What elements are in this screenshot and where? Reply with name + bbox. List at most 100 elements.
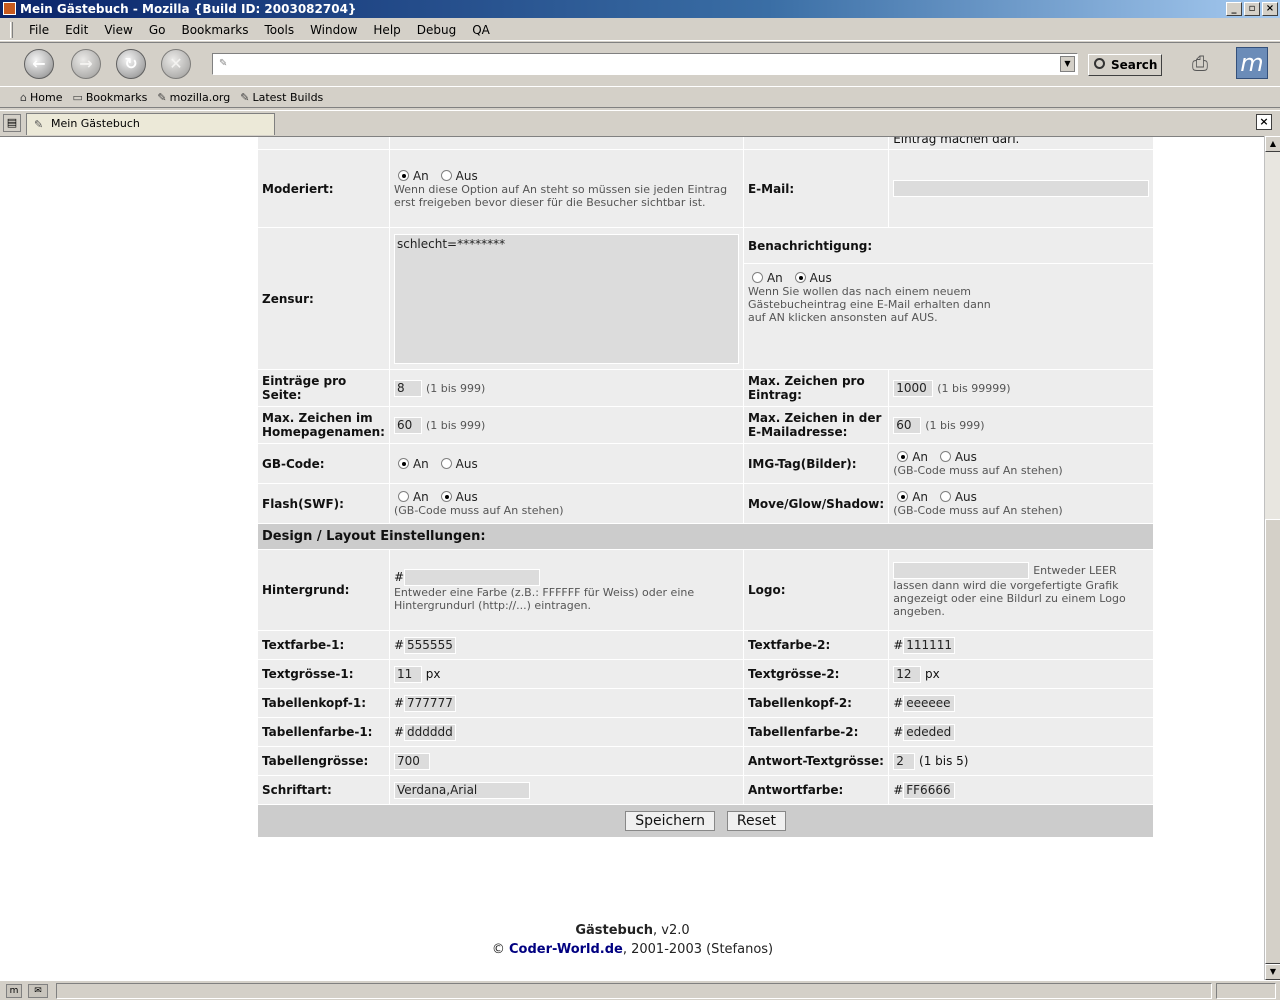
moveglow-aus-radio[interactable] [939,491,951,502]
back-button[interactable]: ← [24,49,54,79]
menu-qa[interactable]: QA [470,23,492,37]
menu-edit[interactable]: Edit [63,23,90,37]
menu-view[interactable]: View [102,23,134,37]
stop-button[interactable]: ✕ [161,49,191,79]
logo-description-a: Entweder LEER [1033,564,1117,577]
tabgroesse-input[interactable]: 700 [393,752,430,770]
textgroesse2-input[interactable]: 12 [893,665,922,683]
textfarbe2-label: Textfarbe-2: [742,630,890,660]
gbcode-aus-radio[interactable] [440,457,452,469]
bookmark-page-icon: ✎ [240,91,250,104]
scrollbar-thumb[interactable] [1265,519,1280,964]
bookmark-mozilla-org-label: mozilla.org [169,91,231,104]
moveglow-an-radio[interactable] [897,491,909,502]
reload-icon: ↻ [124,54,138,73]
gbcode-an-radio[interactable] [397,457,409,469]
navigation-toolbar: ← → ↻ ✕ ✎ ▼ Search ⎙ m [0,42,1280,87]
status-text-panel [56,983,1212,999]
table-cell [388,137,744,150]
new-tab-icon[interactable]: ▤ [3,114,21,132]
moderiert-an-radio[interactable] [397,169,409,181]
radio-label: An [412,168,429,183]
url-bar[interactable]: ✎ ▼ [212,53,1078,75]
close-tab-button[interactable]: × [1256,114,1272,130]
tabfarbe1-input[interactable]: dddddd [404,723,457,741]
menu-go[interactable]: Go [147,23,168,37]
tabgroesse-label: Tabellengrösse: [257,746,390,776]
menu-tools[interactable]: Tools [263,23,297,37]
textgroesse1-input[interactable]: 11 [393,665,422,683]
logo-input[interactable] [893,562,1030,579]
unit-px: px [425,666,441,681]
maxzeichen-home-input[interactable]: 60 [393,416,422,434]
antwortgroesse-label: Antwort-Textgrösse: [742,746,890,776]
maxzeichen-eintrag-input[interactable]: 1000 [893,379,934,397]
cut-off-text: Eintrag machen darf. [888,137,1155,150]
zensur-textarea[interactable]: schlecht=******** [393,233,739,364]
bookmark-latest-builds[interactable]: ✎ Latest Builds [240,91,323,104]
bookmark-bookmarks-label: Bookmarks [85,91,148,104]
menu-help[interactable]: Help [371,23,402,37]
bookmark-bookmarks[interactable]: ▭ Bookmarks [72,91,147,104]
hash-symbol: # [893,695,904,710]
menu-window[interactable]: Window [308,23,359,37]
imgtag-label: IMG-Tag(Bilder): [742,443,890,484]
minimize-button[interactable]: _ [1226,2,1242,16]
flash-an-radio[interactable] [397,491,409,502]
tab-mein-gaestebuch[interactable]: ✎ Mein Gästebuch [26,113,275,135]
scroll-up-button[interactable]: ▲ [1265,136,1280,152]
menu-bookmarks[interactable]: Bookmarks [179,23,250,37]
antwortgroesse-input[interactable]: 2 [893,752,916,770]
bookmark-home[interactable]: ⌂ Home [20,91,62,104]
vertical-scrollbar[interactable]: ▲ ▼ [1264,136,1280,980]
imgtag-aus-radio[interactable] [939,451,951,462]
flash-label: Flash(SWF): [257,483,390,524]
schriftart-input[interactable]: Verdana,Arial [393,781,530,799]
textfarbe1-input[interactable]: 555555 [404,636,457,654]
window-title: Mein Gästebuch - Mozilla {Build ID: 2003… [20,2,357,16]
benachrichtigung-an-radio[interactable] [751,272,763,283]
tabfarbe2-input[interactable]: ededed [903,723,956,741]
scroll-down-button[interactable]: ▼ [1265,964,1280,980]
hintergrund-input[interactable] [404,568,541,586]
close-window-button[interactable]: × [1262,2,1278,16]
moveglow-label: Move/Glow/Shadow: [742,483,890,524]
reset-button[interactable]: Reset [726,811,786,831]
maxzeichen-mail-hint: (1 bis 999) [925,418,985,432]
tabkopf2-label: Tabellenkopf-2: [742,688,890,718]
maximize-button[interactable]: ▫ [1244,2,1260,16]
mozilla-status-icon[interactable]: m [6,984,22,998]
moderiert-aus-radio[interactable] [440,169,452,181]
home-icon: ⌂ [20,91,27,104]
coder-world-link[interactable]: Coder-World.de [509,942,623,957]
menu-file[interactable]: File [27,23,51,37]
forward-button[interactable]: → [71,49,101,79]
hash-symbol: # [393,695,405,710]
hash-symbol: # [893,724,904,739]
search-button[interactable]: Search [1088,54,1162,76]
imgtag-an-radio[interactable] [897,451,909,462]
email-input[interactable] [893,180,1150,197]
eintraege-input[interactable]: 8 [393,379,422,397]
tabkopf1-input[interactable]: 777777 [404,694,457,712]
textfarbe2-input[interactable]: 111111 [903,636,956,654]
url-dropdown-button[interactable]: ▼ [1060,56,1075,72]
radio-label: An [412,456,429,471]
mozilla-throbber-icon[interactable]: m [1236,47,1268,79]
menu-debug[interactable]: Debug [415,23,458,37]
bookmark-latest-builds-label: Latest Builds [252,91,324,104]
flash-aus-radio[interactable] [440,491,452,502]
bookmark-mozilla-org[interactable]: ✎ mozilla.org [157,91,230,104]
print-icon[interactable]: ⎙ [1186,51,1214,75]
maxzeichen-eintrag-hint: (1 bis 99999) [937,381,1011,395]
tabkopf2-input[interactable]: eeeeee [903,694,956,712]
benachrichtigung-aus-radio[interactable] [794,272,806,283]
reload-button[interactable]: ↻ [116,49,146,79]
save-button[interactable]: Speichern [625,811,716,831]
tab-bar: ▤ ✎ Mein Gästebuch × [0,110,1280,135]
toolbar-grip [10,21,13,38]
maxzeichen-mail-input[interactable]: 60 [893,416,922,434]
mail-status-icon[interactable]: ✉ [28,984,48,998]
antwortfarbe-input[interactable]: FF6666 [903,781,956,799]
bookmark-home-label: Home [29,91,63,104]
